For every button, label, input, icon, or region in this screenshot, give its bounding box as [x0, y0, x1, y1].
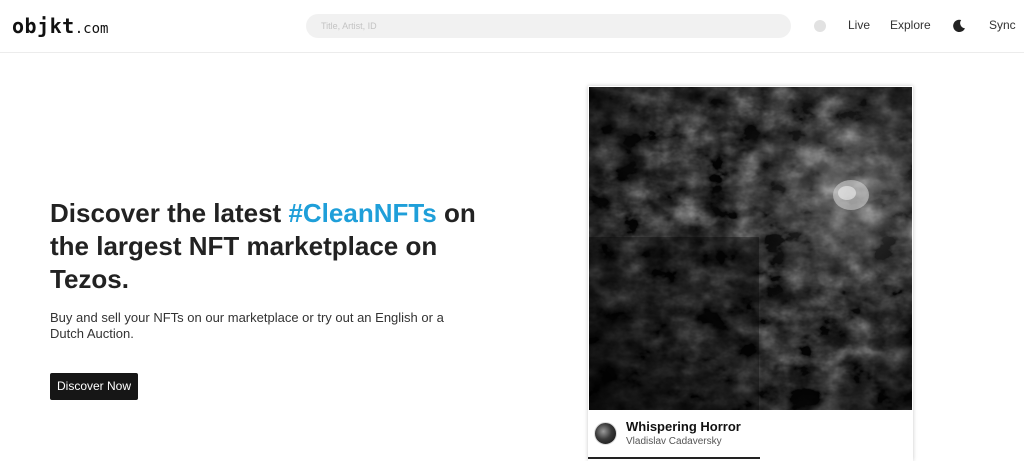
artwork-graphic [589, 87, 912, 410]
site-logo[interactable]: objkt.com [12, 14, 108, 38]
moon-icon[interactable] [952, 19, 966, 33]
featured-nft-card[interactable]: Whispering Horror Vladislav Cadaversky [588, 86, 913, 461]
card-footer: Whispering Horror Vladislav Cadaversky [588, 410, 913, 461]
artist-name[interactable]: Vladislav Cadaversky [626, 436, 722, 447]
hero-title: Discover the latest #CleanNFTs on the la… [50, 197, 510, 296]
nav-sync-link[interactable]: Sync [989, 18, 1016, 32]
nav-live-link[interactable]: Live [848, 18, 870, 32]
discover-now-button[interactable]: Discover Now [50, 373, 139, 400]
hero-title-part1: Discover the latest [50, 198, 289, 228]
status-dot-icon [814, 20, 826, 32]
nav-explore-link[interactable]: Explore [890, 18, 931, 32]
top-header: objkt.com Live Explore Sync [0, 0, 1024, 53]
slide-progress-bar [588, 457, 761, 459]
featured-artwork-image[interactable] [589, 87, 912, 410]
logo-main: objkt [12, 14, 75, 38]
hero-title-highlight[interactable]: #CleanNFTs [288, 198, 436, 228]
logo-suffix: .com [74, 21, 109, 37]
artist-avatar[interactable] [594, 422, 617, 445]
artwork-title[interactable]: Whispering Horror [626, 419, 741, 434]
hero-subtitle: Buy and sell your NFTs on our marketplac… [50, 310, 444, 341]
search-input[interactable] [306, 14, 791, 38]
